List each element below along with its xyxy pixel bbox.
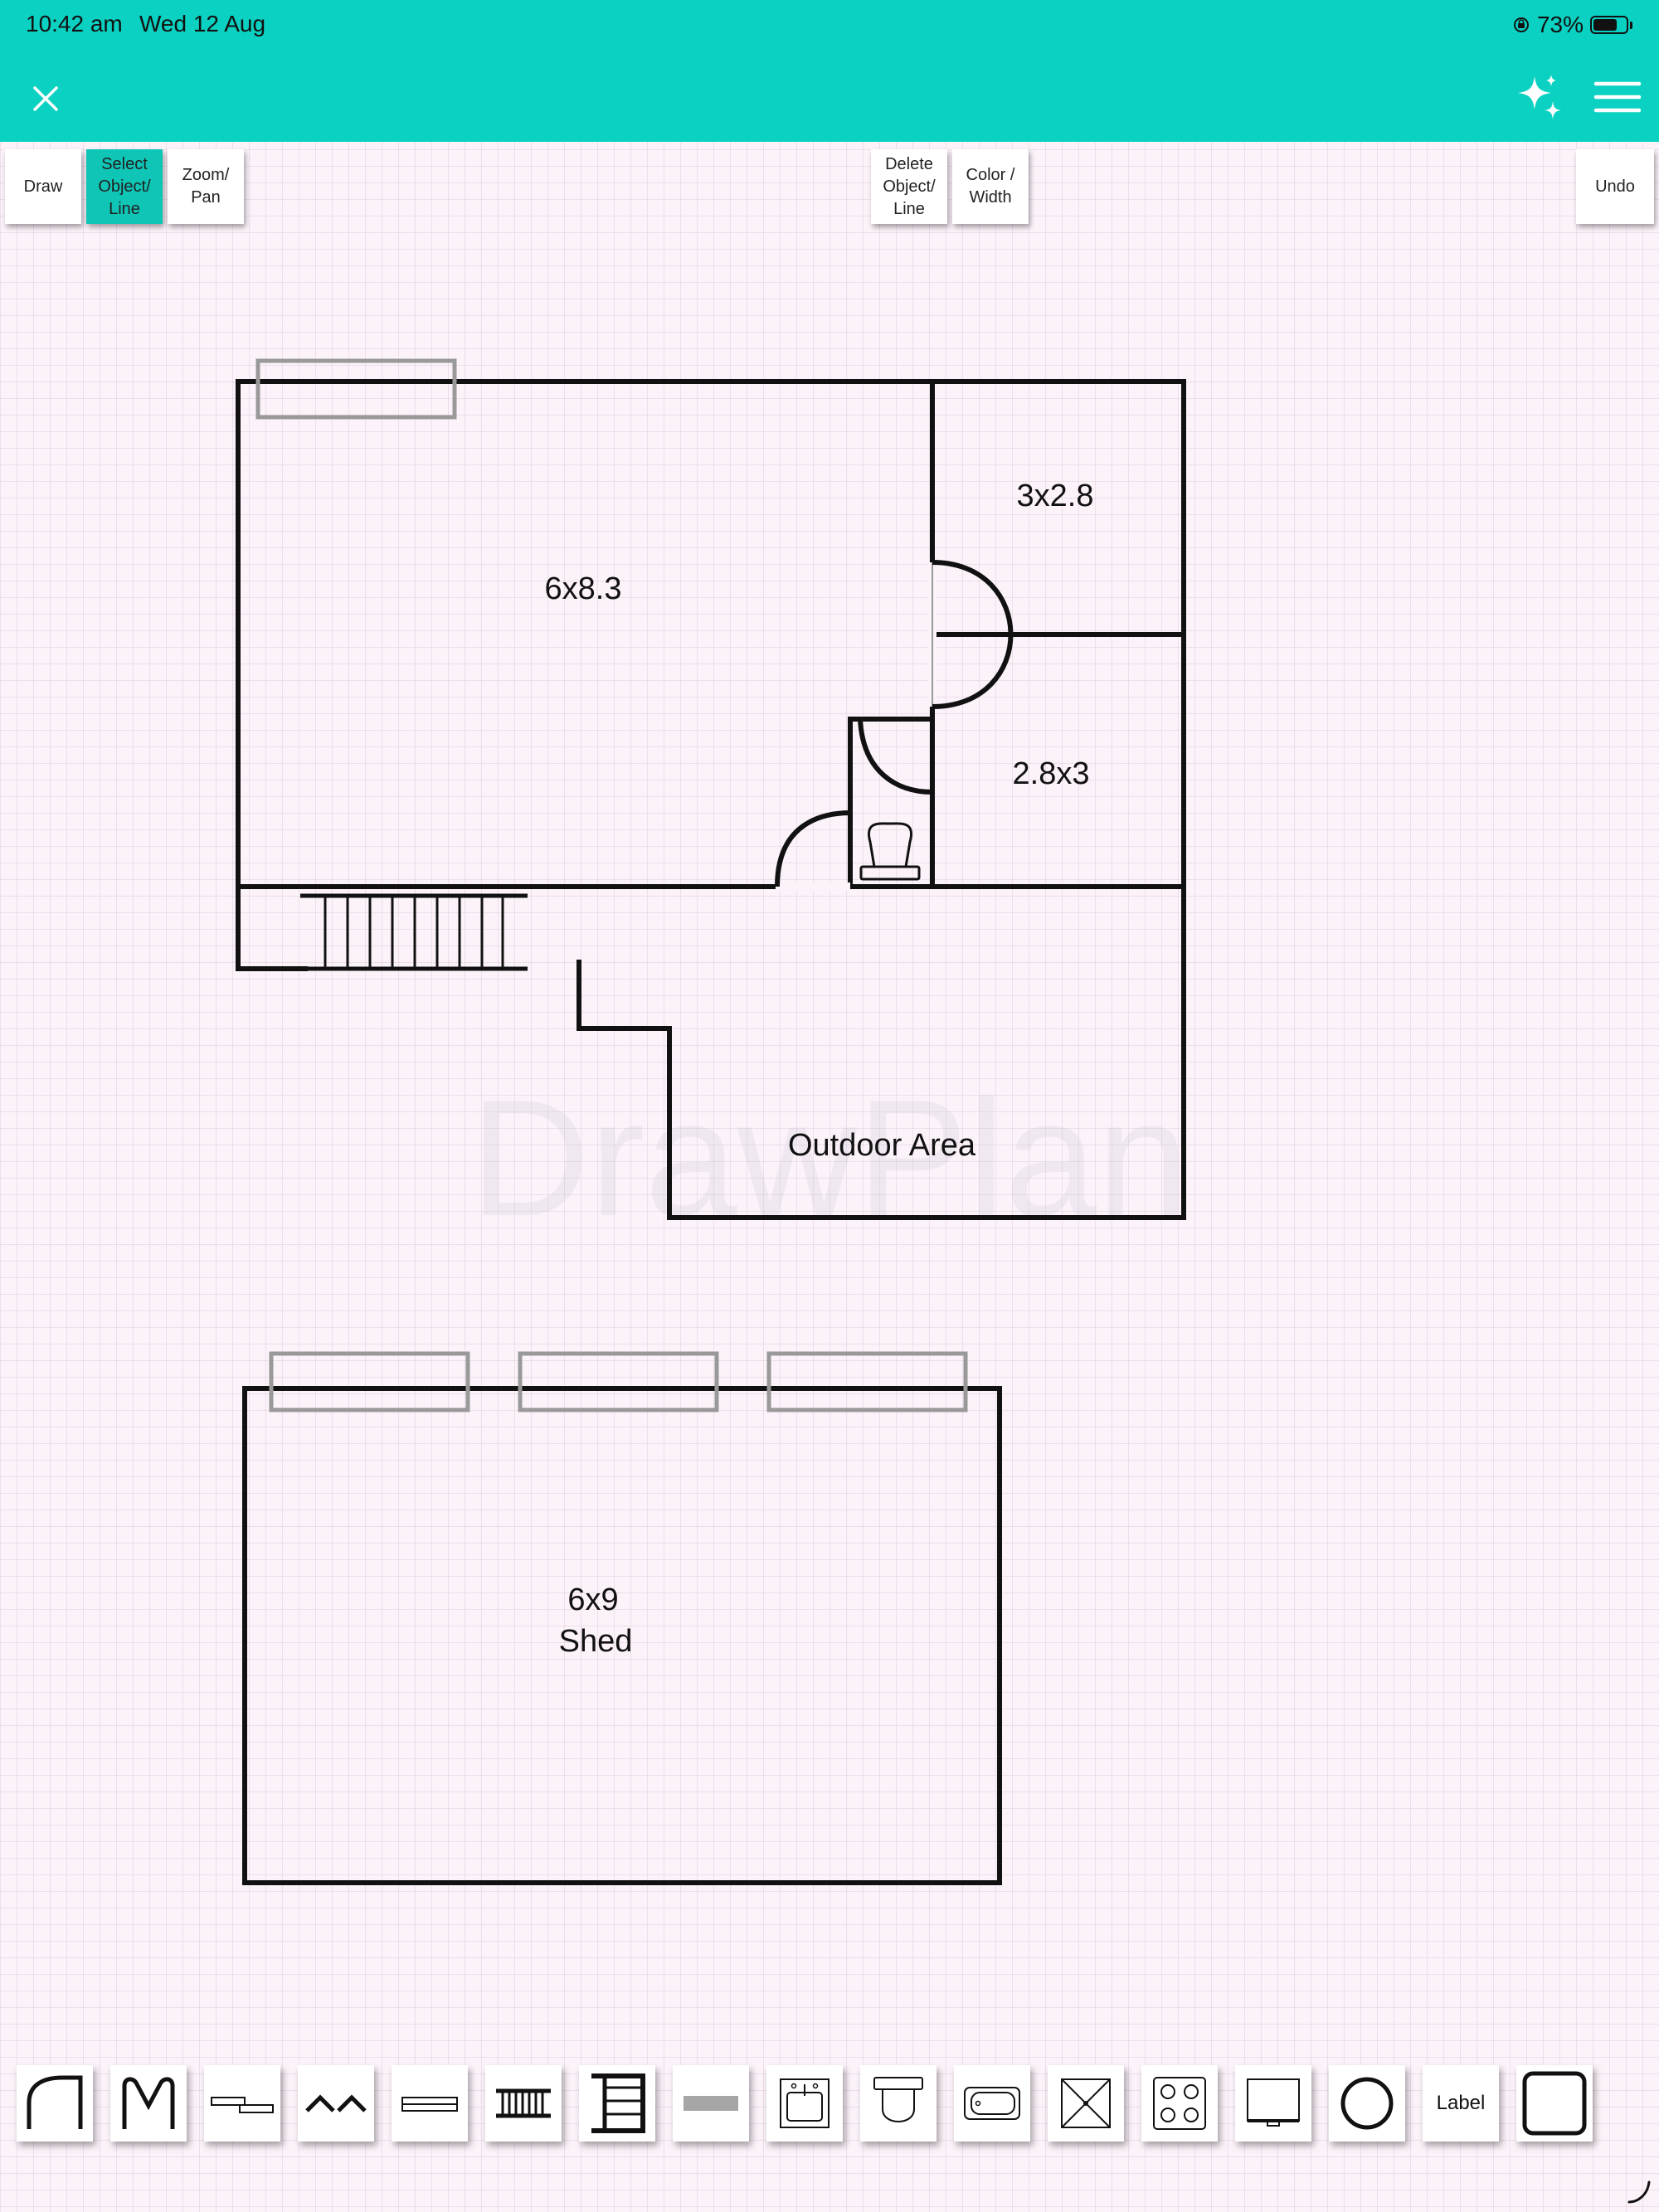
toilet-button[interactable] [860,2065,937,2142]
stairs-button[interactable] [485,2065,562,2142]
sink-button[interactable] [766,2065,843,2142]
window-button[interactable] [392,2065,468,2142]
close-button[interactable] [25,78,66,119]
menu-button[interactable] [1593,76,1642,118]
door-icon [27,2075,83,2129]
room-label[interactable]: 6x8.3 [545,571,622,606]
status-date: Wed 12 Aug [139,11,266,36]
stove-button[interactable] [1141,2065,1218,2142]
battery-percent: 73% [1536,12,1584,37]
label-icon: Label [1436,2092,1486,2114]
room-label[interactable]: 3x2.8 [1017,479,1094,513]
stove-icon [1153,2077,1206,2130]
stairs-icon [496,2088,551,2118]
circle-icon [1340,2077,1394,2130]
top-bar: 10:42 am Wed 12 Aug 73% [0,0,1659,142]
window[interactable] [518,1351,719,1412]
staircase-button[interactable] [579,2065,655,2142]
zoom-pan-tool-button[interactable]: Zoom/ Pan [168,149,244,224]
label-button[interactable]: Label [1423,2065,1499,2142]
close-icon [33,86,58,111]
door[interactable] [775,810,851,891]
bathtub-icon [964,2087,1020,2120]
staircase-icon [591,2073,645,2133]
select-tool-button[interactable]: Select Object/ Line [86,149,163,224]
draw-tool-button[interactable]: Draw [5,149,81,224]
magic-button[interactable] [1513,73,1564,124]
window[interactable] [255,358,457,420]
double-door-button[interactable] [110,2065,187,2142]
toilet[interactable] [859,822,921,881]
door[interactable] [928,560,1014,709]
double-door-icon [122,2077,175,2129]
window-icon [401,2097,458,2112]
status-indicators: 73% [1512,12,1632,38]
bifold-door-icon [305,2094,367,2112]
watermark: DrawPlan [470,1066,1190,1251]
toilet-icon [873,2077,923,2122]
color-width-button[interactable]: Color / Width [952,149,1029,224]
battery-icon [1590,16,1632,34]
wall-block-button[interactable] [673,2065,749,2142]
house-walls[interactable] [236,379,1186,1220]
circle-button[interactable] [1329,2065,1405,2142]
undo-button[interactable]: Undo [1576,149,1654,224]
room-label[interactable]: Shed [559,1624,633,1659]
status-time: 10:42 am [26,11,123,36]
resize-handle-icon[interactable] [1626,2177,1652,2204]
room-label[interactable]: Outdoor Area [788,1128,976,1163]
room-label[interactable]: 6x9 [567,1582,618,1617]
wall-block-icon [684,2096,738,2111]
hamburger-menu-icon [1593,81,1642,113]
sliding-door-button[interactable] [204,2065,280,2142]
window[interactable] [766,1351,968,1412]
floor-plan-canvas[interactable]: DrawPlan 6x8.3 3x2.8 2.8x3 Outdoor Area … [0,0,1659,2212]
tv-icon [1247,2078,1300,2127]
window[interactable] [269,1351,470,1412]
door[interactable] [858,718,933,795]
shower-icon [1061,2078,1111,2128]
sliding-door-icon [211,2097,274,2113]
tv-button[interactable] [1235,2065,1311,2142]
room-label[interactable]: 2.8x3 [1013,756,1090,791]
sink-icon [780,2078,830,2128]
rectangle-icon [1522,2071,1587,2136]
shed-walls[interactable] [242,1386,1002,1885]
shower-button[interactable] [1048,2065,1124,2142]
rotation-lock-icon [1513,17,1529,32]
sparkles-icon [1518,75,1561,119]
rectangle-button[interactable] [1516,2065,1593,2142]
door-button[interactable] [17,2065,93,2142]
bathtub-button[interactable] [954,2065,1030,2142]
delete-tool-button[interactable]: Delete Object/ Line [871,149,947,224]
bifold-door-button[interactable] [298,2065,374,2142]
stairs[interactable] [300,893,528,971]
